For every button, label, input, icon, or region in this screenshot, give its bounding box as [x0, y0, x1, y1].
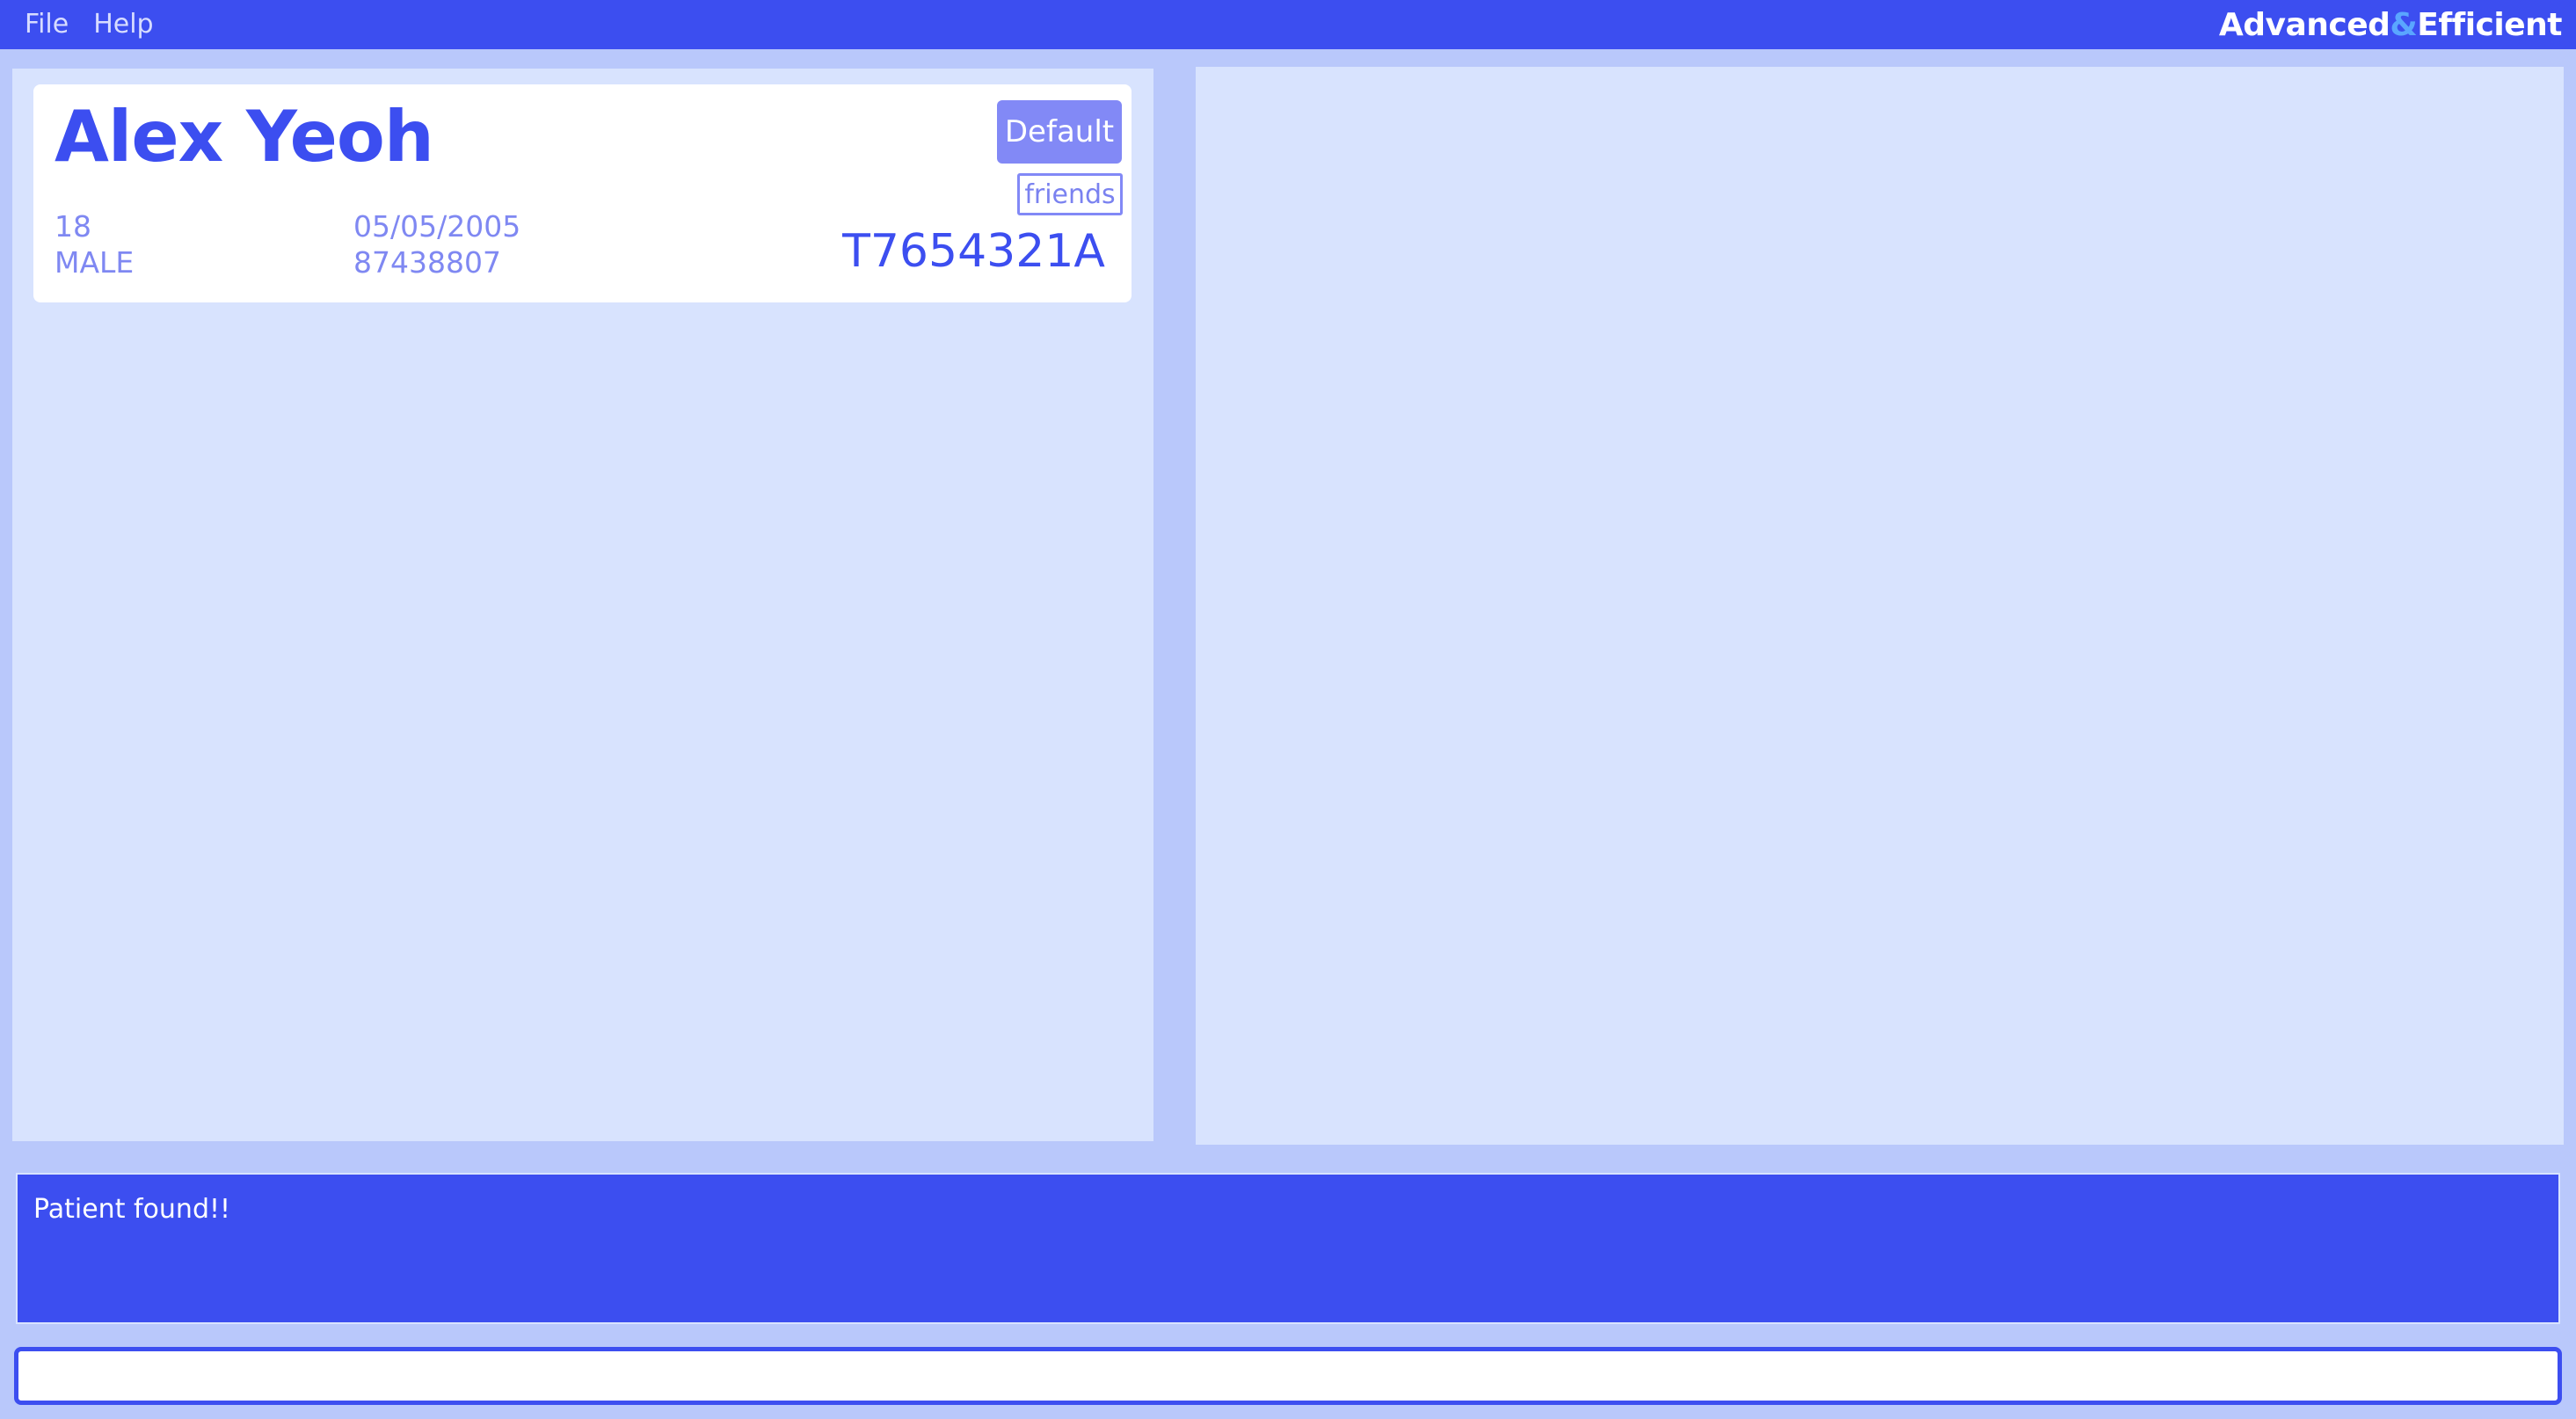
patient-sex: MALE	[55, 245, 135, 280]
patient-card[interactable]: Alex Yeoh Default friends 18 MALE 05/05/…	[33, 84, 1132, 302]
result-display: Patient found!!	[16, 1173, 2560, 1324]
patient-list-panel[interactable]: Alex Yeoh Default friends 18 MALE 05/05/…	[12, 69, 1153, 1141]
tag-default: Default	[997, 100, 1122, 164]
patient-detail-panel	[1196, 67, 2564, 1145]
menu-file[interactable]: File	[12, 0, 81, 49]
logo-text-efficient: Efficient	[2417, 6, 2562, 43]
patient-name: Alex Yeoh	[55, 96, 434, 178]
tag-friends: friends	[1017, 173, 1123, 215]
patient-age: 18	[55, 209, 91, 244]
menu-help[interactable]: Help	[81, 0, 165, 49]
menu-bar: File Help Advanced & Efficient	[0, 0, 2576, 49]
logo-ampersand: &	[2390, 6, 2418, 43]
patient-nric: T7654321A	[842, 225, 1105, 278]
app-logo: Advanced & Efficient	[2218, 0, 2563, 49]
result-message: Patient found!!	[33, 1194, 231, 1225]
command-input[interactable]	[14, 1347, 2562, 1405]
logo-text-advanced: Advanced	[2218, 6, 2390, 43]
patient-dob: 05/05/2005	[353, 209, 521, 244]
patient-phone: 87438807	[353, 245, 501, 280]
